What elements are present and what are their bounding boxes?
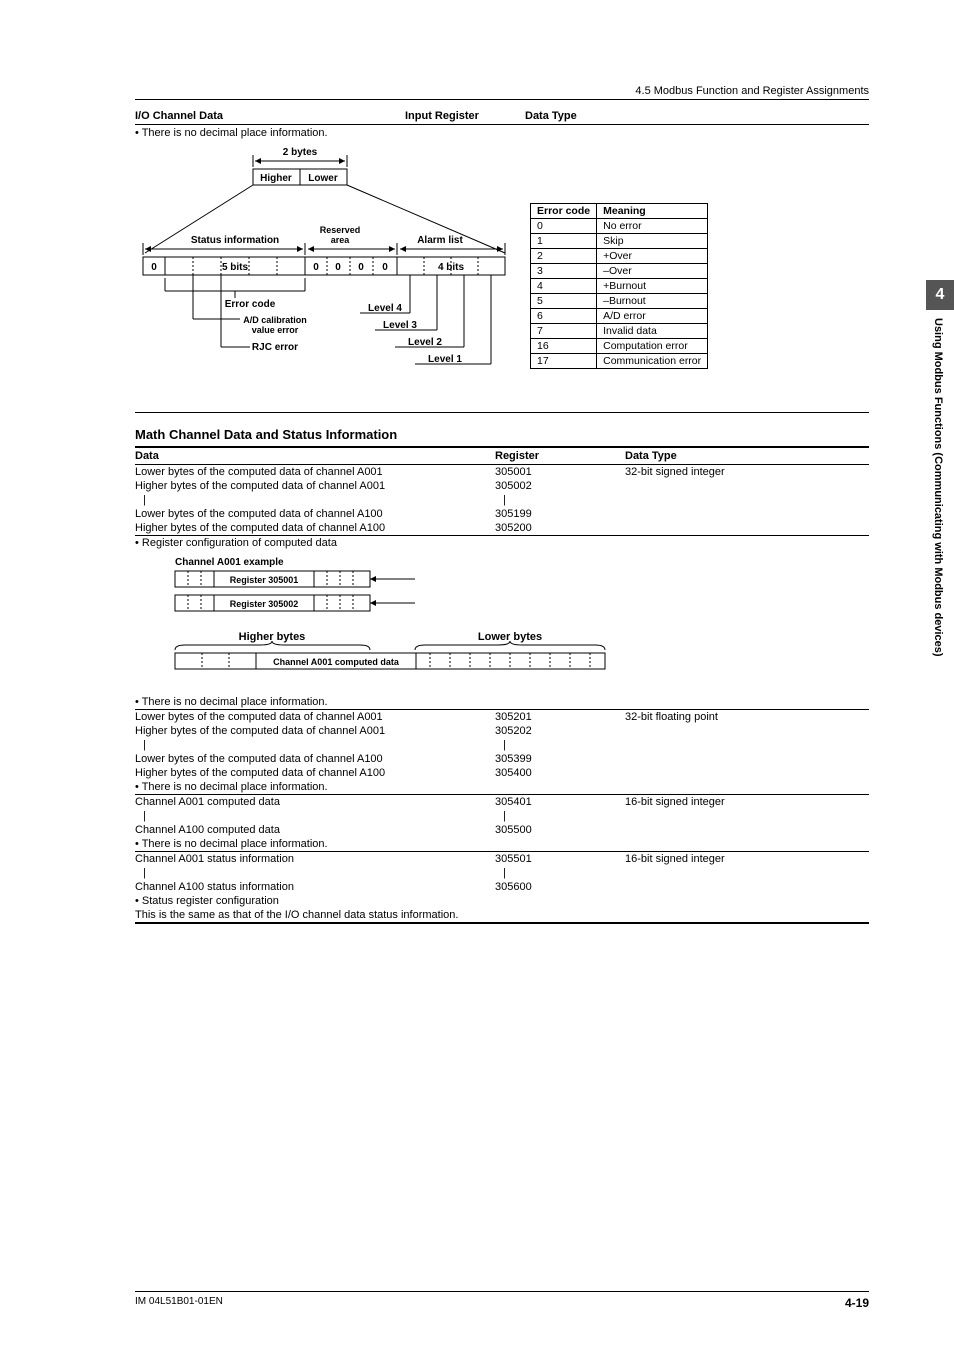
svg-text:Level 1: Level 1 [428,354,462,365]
svg-text:0: 0 [313,262,319,273]
status-diagram-svg: 2 bytes Higher Lower Status information [135,143,535,403]
svg-text:4 bits: 4 bits [438,262,465,273]
th-type: Data Type [625,447,869,465]
page: 4.5 Modbus Function and Register Assignm… [0,0,954,1350]
svg-text:0: 0 [151,262,157,273]
svg-text:Register 305002: Register 305002 [230,599,299,609]
chapter-title: Using Modbus Functions (Communicating wi… [926,310,950,665]
svg-text:2 bytes: 2 bytes [283,147,318,158]
register-diagram: Channel A001 example Register 305001 [135,551,869,694]
svg-text:Alarm list: Alarm list [417,235,463,246]
svg-text:0: 0 [382,262,388,273]
svg-text:Status information: Status information [191,235,279,246]
svg-text:0: 0 [358,262,364,273]
svg-text:Level 2: Level 2 [408,337,442,348]
svg-text:Lower: Lower [308,173,338,184]
th-data: Data [135,447,495,465]
chapter-number: 4 [926,280,954,310]
svg-text:RJC error: RJC error [252,342,298,353]
math-table: Data Register Data Type Lower bytes of t… [135,446,869,924]
svg-text:0: 0 [335,262,341,273]
content: I/O Channel Data Input Register Data Typ… [135,108,869,924]
svg-text:Error code: Error code [225,299,276,310]
svg-text:Channel A001 example: Channel A001 example [175,557,284,568]
header-rule [135,99,869,100]
svg-text:area: area [331,235,351,245]
svg-text:Reserved: Reserved [320,225,361,235]
svg-text:5 bits: 5 bits [222,262,249,273]
svg-text:Higher: Higher [260,173,292,184]
io-header-row: I/O Channel Data Input Register Data Typ… [135,108,869,125]
io-col3: Data Type [525,110,869,122]
footer: IM 04L51B01-01EN 4-19 [135,1291,869,1310]
svg-text:value error: value error [252,325,299,335]
svg-text:Level 3: Level 3 [383,320,417,331]
svg-text:A/D calibration: A/D calibration [243,315,307,325]
math-heading: Math Channel Data and Status Information [135,427,869,442]
err-hdr-code: Error code [531,204,597,219]
io-title: I/O Channel Data [135,110,405,122]
io-col2: Input Register [405,110,525,122]
err-hdr-meaning: Meaning [597,204,708,219]
running-header: 4.5 Modbus Function and Register Assignm… [135,85,869,97]
chapter-tab: 4 Using Modbus Functions (Communicating … [926,280,954,665]
doc-id: IM 04L51B01-01EN [135,1296,223,1310]
th-register: Register [495,447,625,465]
io-diagram: 2 bytes Higher Lower Status information [135,143,869,413]
svg-text:Register 305001: Register 305001 [230,575,299,585]
svg-text:Level 4: Level 4 [368,303,402,314]
svg-text:Channel A001 computed data: Channel A001 computed data [273,657,400,667]
page-number: 4-19 [845,1296,869,1310]
error-code-table: Error codeMeaning 0No error 1Skip 2+Over… [530,203,708,369]
io-note: • There is no decimal place information. [135,127,869,139]
